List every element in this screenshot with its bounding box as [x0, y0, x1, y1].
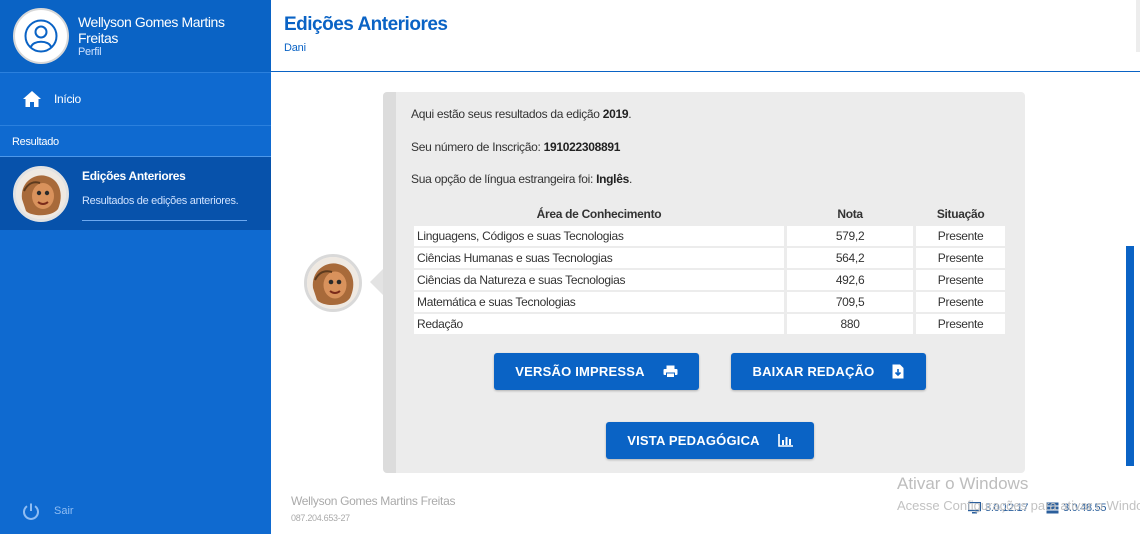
bar-chart-icon [777, 434, 793, 447]
sidebar-item-title: Edições Anteriores [82, 169, 186, 183]
sidebar-item-label: Início [54, 92, 81, 106]
cell-area: Ciências Humanas e suas Tecnologias [414, 248, 784, 268]
bubble-tail [370, 268, 384, 296]
cell-situacao: Presente [916, 248, 1005, 268]
print-version-label: VERSÃO IMPRESSA [515, 364, 645, 379]
sidebar-item-subtitle: Resultados de edições anteriores. [82, 195, 239, 207]
cell-nota: 492,6 [786, 270, 914, 290]
file-download-icon [892, 364, 904, 379]
inscription-number: 191022308891 [543, 140, 621, 154]
column-header-situacao: Situação [936, 207, 985, 221]
sidebar-item-home[interactable]: Início [0, 72, 271, 126]
cell-situacao: Presente [916, 314, 1005, 334]
section-label: Resultado [12, 136, 59, 148]
cell-area: Ciências da Natureza e suas Tecnologias [414, 270, 784, 290]
cell-nota: 579,2 [786, 226, 914, 246]
table-row: Ciências da Natureza e suas Tecnologias … [414, 270, 1005, 290]
column-header-nota: Nota [837, 207, 863, 221]
footer-user-cpf: 087.204.653-27 [291, 513, 350, 523]
edition-line: Aqui estão seus resultados da edição 201… [411, 107, 632, 121]
cell-situacao: Presente [916, 292, 1005, 312]
inscription-prefix: Seu número de Inscrição: [411, 140, 541, 154]
inscription-line: Seu número de Inscrição: 191022308891 [411, 140, 620, 154]
sidebar-item-editions[interactable]: Edições Anteriores Resultados de edições… [0, 157, 271, 230]
mascot-avatar [304, 254, 362, 312]
cell-area: Redação [414, 314, 784, 334]
cell-situacao: Presente [916, 270, 1005, 290]
download-essay-label: BAIXAR REDAÇÃO [752, 364, 875, 379]
scrollbar[interactable] [1126, 246, 1134, 466]
pedagogical-view-label: VISTA PEDAGÓGICA [627, 433, 760, 448]
user-avatar[interactable] [13, 8, 69, 64]
printer-icon [663, 365, 678, 378]
profile-name: Wellyson Gomes Martins Freitas [78, 14, 225, 46]
cell-nota: 709,5 [786, 292, 914, 312]
table-row: Linguagens, Códigos e suas Tecnologias 5… [414, 226, 1005, 246]
pedagogical-view-button[interactable]: VISTA PEDAGÓGICA [606, 422, 814, 459]
edition-year: 2019 [602, 107, 629, 121]
cell-area: Matemática e suas Tecnologias [414, 292, 784, 312]
results-card: Aqui estão seus resultados da edição 201… [383, 92, 1025, 473]
results-table: Área de Conhecimento Nota Situação Lingu… [411, 205, 1008, 336]
print-version-button[interactable]: VERSÃO IMPRESSA [494, 353, 699, 390]
mascot-avatar [13, 166, 69, 222]
cell-nota: 564,2 [786, 248, 914, 268]
page-subtitle: Dani [284, 42, 306, 54]
language-value: Inglês [596, 172, 629, 186]
cell-situacao: Presente [916, 226, 1005, 246]
footer-user-name: Wellyson Gomes Martins Freitas [291, 494, 456, 508]
sidebar-item-underline [82, 220, 247, 221]
language-prefix: Sua opção de língua estrangeira foi: [411, 172, 594, 186]
windows-activation-subtitle: Acesse Configurações para ativar o Windo… [897, 498, 1140, 513]
table-header-row: Área de Conhecimento Nota Situação [414, 207, 1005, 224]
windows-activation-title: Ativar o Windows [897, 474, 1029, 493]
logout-label: Sair [54, 505, 74, 517]
cell-nota: 880 [786, 314, 914, 334]
column-header-area: Área de Conhecimento [536, 207, 662, 221]
logout-button[interactable]: Sair [22, 502, 74, 520]
table-row: Matemática e suas Tecnologias 709,5 Pres… [414, 292, 1005, 312]
header-scroll-indicator [1136, 0, 1140, 52]
home-icon [23, 91, 41, 107]
edition-prefix: Aqui estão seus resultados da edição [411, 107, 600, 121]
table-row: Ciências Humanas e suas Tecnologias 564,… [414, 248, 1005, 268]
page-header: Edições Anteriores Dani [271, 0, 1140, 72]
profile-link[interactable]: Perfil [78, 46, 102, 58]
profile-header[interactable]: Wellyson Gomes Martins Freitas Perfil [0, 0, 271, 72]
language-line: Sua opção de língua estrangeira foi: Ing… [411, 172, 632, 186]
cell-area: Linguagens, Códigos e suas Tecnologias [414, 226, 784, 246]
table-row: Redação 880 Presente [414, 314, 1005, 334]
sidebar: Wellyson Gomes Martins Freitas Perfil In… [0, 0, 271, 534]
user-icon [24, 19, 58, 53]
page-title: Edições Anteriores [284, 14, 448, 35]
download-essay-button[interactable]: BAIXAR REDAÇÃO [731, 353, 926, 390]
power-icon [23, 503, 39, 520]
